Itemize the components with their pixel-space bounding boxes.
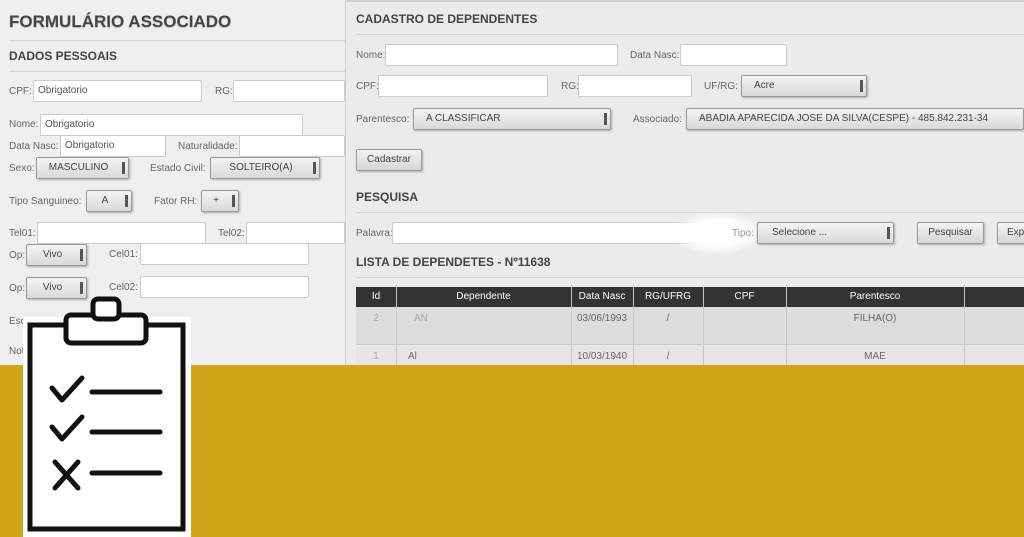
dep-uf-rg-value: Acre <box>754 80 775 91</box>
dependents-table: Id Dependente Data Nasc RG/UFRG CPF Pare… <box>356 287 1024 367</box>
dep-parentesco-select[interactable]: A CLASSIFICAR <box>413 108 611 130</box>
estado-civil-select[interactable]: SOLTEIRO(A) <box>210 157 320 179</box>
cel01-label: Cel01: <box>109 249 138 260</box>
export-button[interactable]: Exp <box>997 222 1024 244</box>
column-divider <box>633 287 634 367</box>
rg-label: RG: <box>215 86 233 97</box>
chevron-down-icon <box>860 80 863 92</box>
nome-input[interactable]: Obrigatorio <box>40 114 303 136</box>
tipo-sanguineo-label: Tipo Sanguineo: <box>9 196 82 207</box>
cpf-input[interactable]: Obrigatorio <box>33 80 202 102</box>
sexo-select[interactable]: MASCULINO <box>36 157 129 179</box>
column-divider <box>571 287 572 367</box>
dep-parentesco-label: Parentesco: <box>356 114 410 125</box>
dep-associado-label: Associado: <box>633 114 682 125</box>
chevron-down-icon <box>80 249 83 261</box>
tipo-sanguineo-select[interactable]: A <box>86 190 132 212</box>
chevron-down-icon <box>887 227 890 239</box>
chevron-down-icon <box>125 195 128 207</box>
data-nasc-input[interactable]: Obrigatorio <box>60 135 166 157</box>
dep-uf-rg-label: UF/RG: <box>704 81 738 92</box>
col-data-nasc: Data Nasc <box>578 291 626 302</box>
chevron-down-icon <box>122 162 125 174</box>
op1-value: Vivo <box>42 249 63 260</box>
column-divider <box>786 287 787 367</box>
dep-rg-label: RG: <box>561 81 579 92</box>
dep-nome-input[interactable] <box>385 44 618 66</box>
search-title: PESQUISA <box>356 190 419 204</box>
palavra-label: Palavra: <box>356 228 393 239</box>
row-dependente: Al <box>408 351 417 362</box>
op1-label: Op: <box>9 250 26 261</box>
dep-uf-rg-select[interactable]: Acre <box>741 75 867 97</box>
dep-parentesco-value: A CLASSIFICAR <box>426 113 501 124</box>
dependents-title: CADASTRO DE DEPENDENTES <box>356 12 538 26</box>
row-parentesco: MAE <box>864 351 886 362</box>
sexo-value: MASCULINO <box>48 162 109 173</box>
fator-rh-select[interactable]: + <box>201 190 239 212</box>
dep-cpf-input[interactable] <box>378 75 548 97</box>
dep-nome-label: Nome: <box>356 50 386 61</box>
dep-associado-value: ABADIA APARECIDA JOSE DA SILVA(CESPE) - … <box>699 113 989 124</box>
chevron-down-icon <box>313 162 316 174</box>
data-nasc-label: Data Nasc: <box>9 141 59 152</box>
nome-label: Nome: <box>9 119 39 130</box>
row-rg: / <box>666 313 670 324</box>
tipo-label: Tipo: <box>732 228 754 239</box>
divider <box>9 71 346 72</box>
divider <box>356 277 1024 278</box>
col-id: Id <box>371 291 381 302</box>
estado-civil-value: SOLTEIRO(A) <box>229 162 293 173</box>
column-divider <box>703 287 704 367</box>
row-id: 2 <box>373 313 379 324</box>
cel01-input[interactable] <box>140 243 309 265</box>
row-id: 1 <box>373 351 379 362</box>
col-rg: RG/UFRG <box>644 291 692 302</box>
page-title: FORMULÁRIO ASSOCIADO <box>9 12 232 31</box>
naturalidade-label: Naturalidade: <box>178 141 238 152</box>
sexo-label: Sexo: <box>9 163 35 174</box>
col-parentesco: Parentesco <box>849 291 901 302</box>
dep-cpf-label: CPF: <box>356 81 379 92</box>
row-data-nasc: 10/03/1940 <box>576 351 628 362</box>
dep-rg-input[interactable] <box>578 75 692 97</box>
dep-data-nasc-input[interactable] <box>680 44 787 66</box>
rg-input[interactable] <box>233 80 345 102</box>
chevron-down-icon <box>604 113 607 125</box>
col-dependente: Dependente <box>456 291 511 302</box>
column-divider <box>964 287 965 367</box>
pesquisar-button[interactable]: Pesquisar <box>917 222 984 244</box>
row-parentesco: FILHA(O) <box>853 313 897 324</box>
divider <box>9 40 346 41</box>
section-title-personal: DADOS PESSOAIS <box>9 49 118 63</box>
estado-civil-label: Estado Civil: <box>150 163 206 174</box>
col-cpf: CPF <box>734 291 755 302</box>
op1-select[interactable]: Vivo <box>26 244 87 266</box>
row-rg: / <box>666 351 670 362</box>
tel02-label: Tel02: <box>218 228 245 239</box>
naturalidade-input[interactable] <box>239 135 345 157</box>
tipo-value: Selecione ... <box>772 227 828 238</box>
tipo-sanguineo-value: A <box>101 195 109 206</box>
list-title: LISTA DE DEPENDETES - Nº11638 <box>356 255 551 269</box>
tipo-select[interactable]: Selecione ... <box>757 222 894 244</box>
fator-rh-label: Fator RH: <box>154 196 198 207</box>
clipboard-checklist-icon <box>23 296 191 537</box>
tel01-label: Tel01: <box>9 228 36 239</box>
row-dependente: AN <box>414 313 428 324</box>
chevron-down-icon <box>232 195 235 207</box>
tel02-input[interactable] <box>246 222 345 244</box>
dep-associado-select[interactable]: ABADIA APARECIDA JOSE DA SILVA(CESPE) - … <box>686 108 1024 130</box>
fator-rh-value: + <box>213 195 219 206</box>
dep-data-nasc-label: Data Nasc: <box>630 50 680 61</box>
divider <box>356 34 1024 35</box>
row-data-nasc: 03/06/1993 <box>576 313 628 324</box>
cpf-label: CPF: <box>9 86 32 97</box>
column-divider <box>396 287 397 367</box>
tel01-input[interactable] <box>37 222 206 244</box>
cadastrar-button[interactable]: Cadastrar <box>356 149 422 171</box>
